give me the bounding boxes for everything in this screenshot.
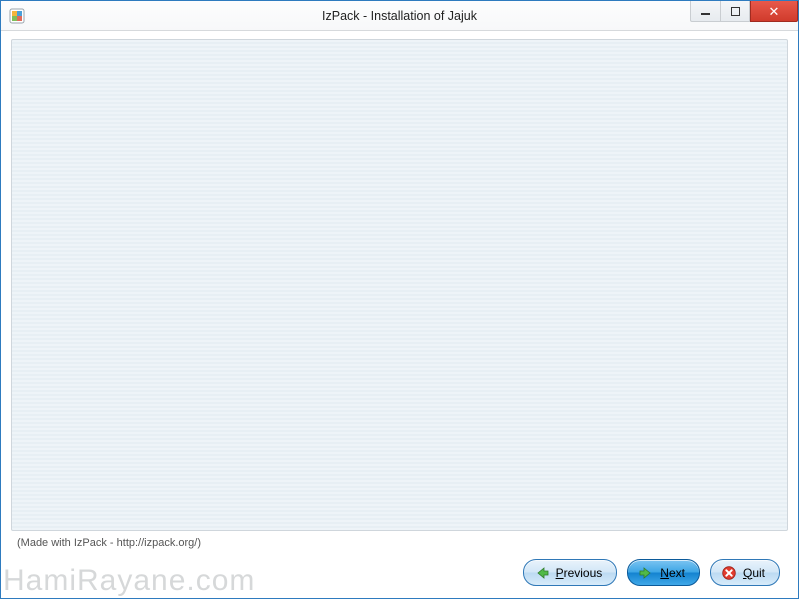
made-with-label: (Made with IzPack - http://izpack.org/) bbox=[11, 531, 788, 551]
window-close-icon: ✕ bbox=[769, 5, 780, 18]
titlebar[interactable]: IzPack - Installation of Jajuk ✕ bbox=[1, 1, 798, 31]
installer-window: IzPack - Installation of Jajuk ✕ (Made w… bbox=[0, 0, 799, 599]
minimize-button[interactable] bbox=[690, 1, 720, 22]
previous-button-label: Previous bbox=[556, 566, 603, 580]
previous-button[interactable]: Previous bbox=[523, 559, 618, 586]
next-button[interactable]: Next bbox=[627, 559, 700, 586]
cancel-circle-icon bbox=[721, 565, 737, 581]
maximize-button[interactable] bbox=[720, 1, 750, 22]
quit-button-label: Quit bbox=[743, 566, 765, 580]
window-title: IzPack - Installation of Jajuk bbox=[1, 9, 798, 23]
next-button-label: Next bbox=[660, 566, 685, 580]
footer-buttons: Previous Next Quit bbox=[11, 551, 788, 588]
close-button[interactable]: ✕ bbox=[750, 1, 798, 22]
window-controls: ✕ bbox=[690, 1, 798, 30]
izpack-box-icon bbox=[8, 7, 26, 25]
arrow-left-icon bbox=[534, 565, 550, 581]
quit-button[interactable]: Quit bbox=[710, 559, 780, 586]
arrow-right-icon bbox=[638, 565, 654, 581]
window-minimize-icon bbox=[701, 13, 710, 15]
content-panel bbox=[11, 39, 788, 531]
client-area: (Made with IzPack - http://izpack.org/) … bbox=[1, 31, 798, 598]
window-maximize-icon bbox=[731, 7, 740, 16]
